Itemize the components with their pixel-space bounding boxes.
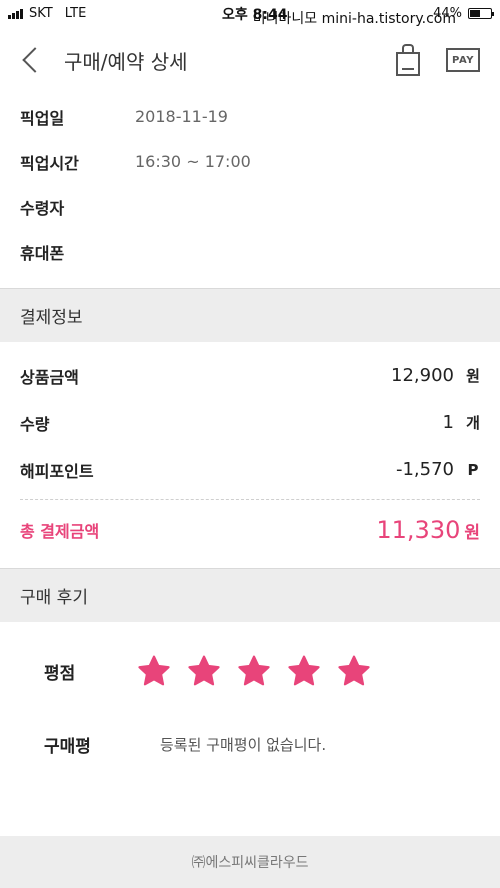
- info-row-phone: 휴대폰: [20, 229, 480, 274]
- review-info: 평점 구매평 등록된 구매평이 없습니다.: [0, 622, 500, 802]
- happy-point-value: -1,570 P: [396, 459, 480, 480]
- page-title: 구매/예약 상세: [64, 49, 188, 74]
- carrier-label: SKT: [29, 5, 53, 21]
- product-price-value: 12,900 원: [391, 365, 480, 386]
- quantity-label: 수량: [20, 414, 50, 434]
- payment-row-total: 총 결제금액 11,330 원: [20, 504, 480, 556]
- total-unit: 원: [464, 523, 480, 543]
- rating-stars: [136, 654, 372, 688]
- happy-point-amount: -1,570: [395, 459, 454, 480]
- info-row-pickup-date: 픽업일 2018-11-19: [20, 94, 480, 139]
- status-left: SKT LTE: [8, 6, 86, 21]
- footer-company: ㈜에스피씨클라우드: [0, 836, 500, 888]
- network-label: LTE: [64, 5, 87, 21]
- product-price-unit: 원: [466, 367, 480, 385]
- info-row-recipient: 수령자: [20, 184, 480, 229]
- total-amount: 11,330: [376, 516, 461, 544]
- pickup-info: 픽업일 2018-11-19 픽업시간 16:30 ~ 17:00 수령자 휴대…: [0, 94, 500, 274]
- star-icon: [138, 655, 170, 686]
- pay-button[interactable]: PAY: [446, 48, 480, 72]
- comment-label: 구매평: [44, 737, 91, 757]
- pickup-date-label: 픽업일: [20, 108, 65, 128]
- rating-label: 평점: [44, 663, 76, 684]
- star-icon: [238, 655, 270, 686]
- payment-row-happy-point: 해피포인트 -1,570 P: [20, 446, 480, 493]
- dashed-divider: [20, 499, 480, 500]
- nav-actions: PAY: [396, 44, 480, 76]
- product-price-amount: 12,900: [391, 365, 454, 386]
- comment-row: 구매평 등록된 구매평이 없습니다.: [44, 732, 326, 757]
- nav-bar: 구매/예약 상세 PAY: [0, 26, 500, 94]
- recipient-label: 수령자: [20, 198, 65, 218]
- quantity-value: 1개: [443, 412, 480, 433]
- signal-icon: [8, 8, 23, 19]
- payment-info: 상품금액 12,900 원 수량 1개 해피포인트 -1,570 P 총 결제금액 …: [0, 342, 500, 568]
- happy-point-label: 해피포인트: [20, 461, 94, 481]
- rating-row: 평점: [44, 654, 372, 688]
- payment-row-quantity: 수량 1개: [20, 399, 480, 446]
- status-bar: SKT LTE 오후 8:44 미니마니모 mini-ha.tistory.co…: [0, 0, 500, 27]
- watermark-text: 미니마니모 mini-ha.tistory.com: [252, 11, 456, 27]
- star-icon: [188, 655, 220, 686]
- phone-label: 휴대폰: [20, 243, 65, 263]
- star-icon: [338, 655, 370, 686]
- review-section-header: 구매 후기: [0, 568, 500, 622]
- comment-text: 등록된 구매평이 없습니다.: [160, 736, 327, 754]
- payment-row-product-price: 상품금액 12,900 원: [20, 352, 480, 399]
- star-icon: [288, 655, 320, 686]
- happy-point-unit: P: [467, 461, 479, 479]
- total-value: 11,330 원: [376, 516, 480, 544]
- total-label: 총 결제금액: [20, 522, 100, 541]
- quantity-amount: 1: [442, 412, 454, 433]
- product-price-label: 상품금액: [20, 367, 79, 387]
- pickup-time-label: 픽업시간: [20, 153, 79, 173]
- quantity-unit: 개: [466, 414, 480, 432]
- payment-section-header: 결제정보: [0, 288, 500, 342]
- shopping-bag-icon[interactable]: [396, 44, 420, 76]
- info-row-pickup-time: 픽업시간 16:30 ~ 17:00: [20, 139, 480, 184]
- back-arrow-icon[interactable]: [20, 48, 44, 72]
- pickup-date-value: 2018-11-19: [135, 107, 228, 126]
- battery-icon: [468, 7, 494, 19]
- pickup-time-value: 16:30 ~ 17:00: [135, 152, 251, 171]
